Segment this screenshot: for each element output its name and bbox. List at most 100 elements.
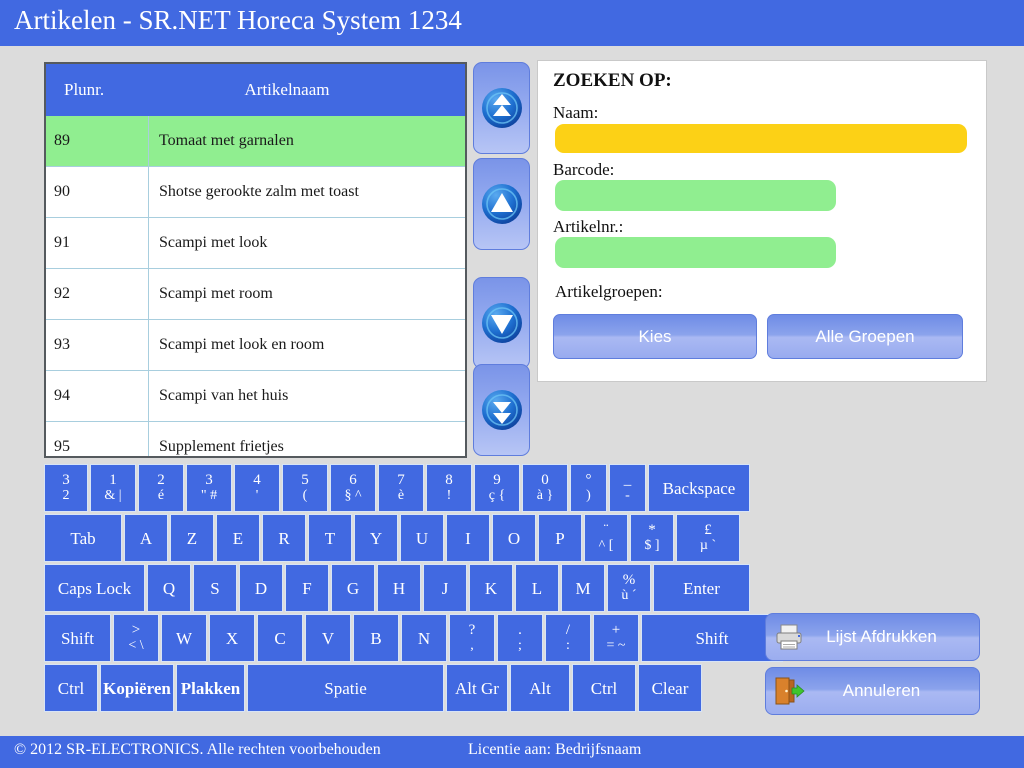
key-h[interactable]: H [377, 564, 421, 612]
scroll-down-button[interactable] [473, 277, 530, 369]
key-label-lower: ! [446, 488, 452, 503]
key-a[interactable]: A [124, 514, 168, 562]
key-ç-{[interactable]: 9ç { [474, 464, 520, 512]
key-k[interactable]: K [469, 564, 513, 612]
key-alt-gr[interactable]: Alt Gr [446, 664, 508, 712]
page-up-button[interactable] [473, 62, 530, 154]
key-z[interactable]: Z [170, 514, 214, 562]
key-shift[interactable]: Shift [44, 614, 111, 662]
table-row[interactable]: 89 Tomaat met garnalen [46, 116, 465, 167]
key-spatie[interactable]: Spatie [247, 664, 444, 712]
key-ù-´[interactable]: % ù ´ [607, 564, 651, 612]
key-^-[[interactable]: ¨ ^ [ [584, 514, 628, 562]
table-row[interactable]: 94 Scampi van het huis [46, 371, 465, 422]
key-([interactable]: 5( [282, 464, 328, 512]
alle-groepen-button[interactable]: Alle Groepen [767, 314, 963, 359]
artikelnr-input[interactable] [555, 237, 836, 268]
artikelnr-label: Artikelnr.: [553, 217, 624, 236]
key-j[interactable]: J [423, 564, 467, 612]
table-row[interactable]: 90 Shotse gerookte zalm met toast [46, 167, 465, 218]
key-à-}[interactable]: 0à } [522, 464, 568, 512]
key--[interactable]: _ - [609, 464, 646, 512]
key-"-#[interactable]: 3 " # [186, 464, 232, 512]
cell-artikelnaam: Scampi van het huis [159, 387, 289, 404]
key-p[interactable]: P [538, 514, 582, 562]
key-label-upper: 2 [157, 471, 165, 488]
table-row[interactable]: 95 Supplement frietjes [46, 422, 465, 456]
key-è[interactable]: 7è [378, 464, 424, 512]
key-l[interactable]: L [515, 564, 559, 612]
key-=-~[interactable]: + = ~ [593, 614, 639, 662]
key-enter[interactable]: Enter [653, 564, 750, 612]
table-row[interactable]: 91 Scampi met look [46, 218, 465, 269]
barcode-input[interactable] [555, 180, 836, 211]
key-ctrl[interactable]: Ctrl [572, 664, 636, 712]
key-label-upper: * [648, 521, 656, 538]
key-;[interactable]: .; [497, 614, 543, 662]
key-x[interactable]: X [209, 614, 255, 662]
key-s[interactable]: S [193, 564, 237, 612]
key-shift[interactable]: Shift [641, 614, 783, 662]
key-d[interactable]: D [239, 564, 283, 612]
key-o[interactable]: O [492, 514, 536, 562]
keyboard-row: Tab A Z E R T Y U I O P ¨ ^ [* $ ] £ µ ` [44, 514, 742, 562]
naam-input[interactable] [555, 124, 967, 153]
key-é[interactable]: 2é [138, 464, 184, 512]
key-,[interactable]: ?, [449, 614, 495, 662]
key-backspace[interactable]: Backspace [648, 464, 750, 512]
key-t[interactable]: T [308, 514, 352, 562]
key-v[interactable]: V [305, 614, 351, 662]
kies-button[interactable]: Kies [553, 314, 757, 359]
key-2[interactable]: 32 [44, 464, 88, 512]
key-label: Kopiëren [103, 678, 171, 698]
key-$-][interactable]: * $ ] [630, 514, 674, 562]
key-label-lower: & | [104, 488, 122, 503]
key-label-lower: 2 [62, 488, 70, 503]
search-panel: ZOEKEN OP: Naam: Barcode: Artikelnr.: Ar… [537, 60, 987, 382]
key-c[interactable]: C [257, 614, 303, 662]
search-panel-title: ZOEKEN OP: [553, 70, 672, 91]
key-label: Caps Lock [57, 578, 132, 598]
page-down-button[interactable] [473, 364, 530, 456]
key-&-|[interactable]: 1 & | [90, 464, 136, 512]
onscreen-keyboard: 3 2 1 & | 2 é 3 " #4 ' 5(6 § ^ 7 è 8! 9 ç {0 à } °) _ - Back… [44, 464, 783, 720]
key-'[interactable]: 4 ' [234, 464, 280, 512]
key-f[interactable]: F [285, 564, 329, 612]
key-alt[interactable]: Alt [510, 664, 570, 712]
key-plakken[interactable]: Plakken [176, 664, 245, 712]
key-i[interactable]: I [446, 514, 490, 562]
key-g[interactable]: G [331, 564, 375, 612]
key-kopi-ren[interactable]: Kopiëren [100, 664, 174, 712]
key-e[interactable]: E [216, 514, 260, 562]
cancel-button[interactable]: Annuleren [765, 667, 980, 715]
table-row[interactable]: 92 Scampi met room [46, 269, 465, 320]
key-m[interactable]: M [561, 564, 605, 612]
key-n[interactable]: N [401, 614, 447, 662]
key-label: J [441, 578, 449, 598]
articles-table[interactable]: Plunr. Artikelnaam 89 Tomaat met garnalen… [44, 62, 467, 458]
key-label: D [254, 578, 268, 598]
key-tab[interactable]: Tab [44, 514, 122, 562]
key-<-\[interactable]: > < \ [113, 614, 159, 662]
key-label-upper: . [518, 621, 522, 638]
key-b[interactable]: B [353, 614, 399, 662]
key-q[interactable]: Q [147, 564, 191, 612]
key-u[interactable]: U [400, 514, 444, 562]
key-label: C [274, 628, 286, 648]
table-row[interactable]: 93 Scampi met look en room [46, 320, 465, 371]
key-ctrl[interactable]: Ctrl [44, 664, 98, 712]
key-µ-`[interactable]: £ µ ` [676, 514, 740, 562]
key-w[interactable]: W [161, 614, 207, 662]
key-caps-lock[interactable]: Caps Lock [44, 564, 145, 612]
key-:[interactable]: /: [545, 614, 591, 662]
print-list-button[interactable]: Lijst Afdrukken [765, 613, 980, 661]
key-![interactable]: 8! [426, 464, 472, 512]
key-label-lower: $ ] [644, 538, 660, 553]
key-label-lower: " # [200, 488, 218, 503]
key-y[interactable]: Y [354, 514, 398, 562]
key-)[interactable]: °) [570, 464, 607, 512]
scroll-up-button[interactable] [473, 158, 530, 250]
key-§-^[interactable]: 6 § ^ [330, 464, 376, 512]
key-clear[interactable]: Clear [638, 664, 702, 712]
key-r[interactable]: R [262, 514, 306, 562]
